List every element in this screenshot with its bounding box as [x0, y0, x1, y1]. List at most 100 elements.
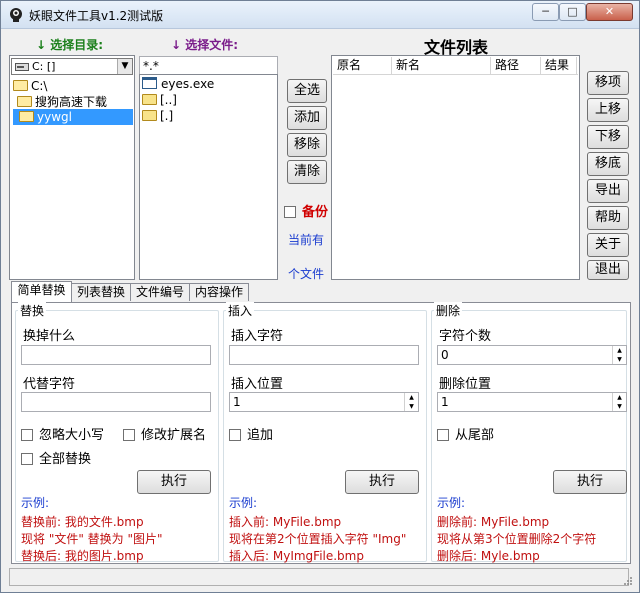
window-title: 妖眼文件工具v1.2测试版	[29, 9, 164, 23]
checkbox-box[interactable]	[21, 429, 33, 441]
file-list-grid[interactable]	[331, 55, 580, 280]
spin-down-icon[interactable]: ▼	[405, 402, 418, 411]
export-button[interactable]: 导出	[587, 179, 629, 203]
replace-with-input[interactable]	[21, 392, 211, 412]
move-up-button[interactable]: 上移	[587, 98, 629, 122]
ignore-case-label: 忽略大小写	[39, 428, 105, 443]
delete-example-line: 现将从第3个位置删除2个字符	[437, 532, 597, 546]
select-all-button[interactable]: 全选	[287, 79, 327, 103]
delete-execute-button[interactable]: 执行	[553, 470, 627, 494]
tree-item-sogou-downloads[interactable]: 搜狗高速下载	[17, 94, 107, 110]
backup-checkbox[interactable]: 备份	[284, 201, 328, 220]
exe-file-icon	[142, 77, 157, 89]
file-count-line1: 当前有	[288, 233, 325, 247]
select-directory-text: 选择目录:	[50, 38, 104, 52]
file-item-parent-dir[interactable]: [..]	[142, 92, 177, 108]
select-file-label: ↓ 选择文件:	[171, 36, 238, 53]
folder-icon	[142, 94, 157, 105]
column-header-original[interactable]: 原名	[333, 57, 392, 74]
open-folder-icon	[19, 111, 34, 122]
chevron-down-icon[interactable]: ▼	[117, 59, 132, 74]
title-bar[interactable]: 妖眼文件工具v1.2测试版 ─ □ ✕	[1, 1, 639, 29]
tab-content-ops[interactable]: 内容操作	[189, 283, 249, 301]
spin-down-icon[interactable]: ▼	[613, 355, 626, 364]
spin-up-icon[interactable]: ▲	[613, 393, 626, 402]
insert-position-value: 1	[233, 395, 241, 409]
column-header-result[interactable]: 结果	[541, 57, 577, 74]
down-arrow-icon: ↓	[36, 38, 47, 52]
tree-item-label: 搜狗高速下载	[35, 95, 108, 109]
status-bar	[9, 568, 629, 586]
file-item-label: eyes.exe	[161, 77, 215, 91]
file-item-exe[interactable]: eyes.exe	[142, 76, 214, 92]
replace-execute-button[interactable]: 执行	[137, 470, 211, 494]
file-filter-input[interactable]: *.*	[139, 56, 278, 75]
find-label: 换掉什么	[23, 329, 76, 344]
modify-extension-checkbox[interactable]: 修改扩展名	[123, 424, 206, 443]
file-item-current-dir[interactable]: [.]	[142, 108, 173, 124]
tab-simple-replace[interactable]: 简单替换	[11, 281, 72, 302]
column-header-new[interactable]: 新名	[392, 57, 491, 74]
maximize-button[interactable]: □	[559, 3, 586, 21]
checkbox-box[interactable]	[21, 453, 33, 465]
checkbox-box[interactable]	[284, 206, 296, 218]
minimize-button[interactable]: ─	[532, 3, 559, 21]
move-item-button[interactable]: 移项	[587, 71, 629, 95]
delete-position-stepper[interactable]: 1 ▲ ▼	[437, 392, 627, 412]
insert-example-line: 插入前: MyFile.bmp	[229, 515, 342, 529]
remove-button[interactable]: 移除	[287, 133, 327, 157]
file-item-label: [..]	[160, 93, 177, 107]
file-list-header: 原名 新名 路径 结果	[333, 57, 578, 75]
resize-grip-icon[interactable]	[623, 576, 633, 586]
append-checkbox[interactable]: 追加	[229, 424, 273, 443]
add-button[interactable]: 添加	[287, 106, 327, 130]
main-window: 妖眼文件工具v1.2测试版 ─ □ ✕ ↓ 选择目录: ↓ 选择文件: 文件列表…	[0, 0, 640, 593]
about-button[interactable]: 关于	[587, 233, 629, 257]
insert-position-label: 插入位置	[231, 377, 284, 392]
replace-example-heading: 示例:	[21, 496, 50, 510]
insert-example-heading: 示例:	[229, 496, 258, 510]
replace-example-line: 替换后: 我的图片.bmp	[21, 549, 144, 563]
checkbox-box[interactable]	[229, 429, 241, 441]
insert-execute-button[interactable]: 执行	[345, 470, 419, 494]
spin-up-icon[interactable]: ▲	[613, 346, 626, 355]
tree-item-root[interactable]: C:\	[13, 78, 47, 94]
insert-example-line: 插入后: MyImgFile.bmp	[229, 549, 364, 563]
column-header-path[interactable]: 路径	[491, 57, 541, 74]
delete-count-stepper[interactable]: 0 ▲ ▼	[437, 345, 627, 365]
drive-select[interactable]: C: [] ▼	[11, 58, 133, 75]
checkbox-box[interactable]	[123, 429, 135, 441]
delete-example-heading: 示例:	[437, 496, 466, 510]
backup-label: 备份	[302, 205, 329, 220]
tree-item-selected[interactable]: yywgl	[13, 109, 133, 125]
exit-button[interactable]: 退出	[587, 260, 629, 280]
open-folder-icon	[13, 80, 28, 91]
find-input[interactable]	[21, 345, 211, 365]
insert-chars-input[interactable]	[229, 345, 419, 365]
tree-item-label: C:\	[31, 79, 48, 93]
spin-buttons[interactable]: ▲ ▼	[404, 393, 418, 411]
delete-example-line: 删除后: Myle.bmp	[437, 549, 540, 563]
insert-example-line: 现将在第2个位置插入字符 "Img"	[229, 532, 407, 546]
ignore-case-checkbox[interactable]: 忽略大小写	[21, 424, 104, 443]
close-button[interactable]: ✕	[586, 3, 633, 21]
replace-all-checkbox[interactable]: 全部替换	[21, 448, 91, 467]
help-button[interactable]: 帮助	[587, 206, 629, 230]
checkbox-box[interactable]	[437, 429, 449, 441]
delete-position-label: 删除位置	[439, 377, 492, 392]
clear-button[interactable]: 清除	[287, 160, 327, 184]
spin-down-icon[interactable]: ▼	[613, 402, 626, 411]
spin-buttons[interactable]: ▲ ▼	[612, 346, 626, 364]
spin-buttons[interactable]: ▲ ▼	[612, 393, 626, 411]
tab-file-numbering[interactable]: 文件编号	[130, 283, 190, 301]
from-end-checkbox[interactable]: 从尾部	[437, 424, 494, 443]
select-directory-label: ↓ 选择目录:	[36, 36, 103, 53]
tab-list-replace[interactable]: 列表替换	[71, 283, 131, 301]
move-bottom-button[interactable]: 移底	[587, 152, 629, 176]
move-down-button[interactable]: 下移	[587, 125, 629, 149]
from-end-label: 从尾部	[455, 428, 495, 443]
insert-position-stepper[interactable]: 1 ▲ ▼	[229, 392, 419, 412]
down-arrow-icon: ↓	[171, 38, 182, 52]
spin-up-icon[interactable]: ▲	[405, 393, 418, 402]
delete-count-label: 字符个数	[439, 329, 492, 344]
